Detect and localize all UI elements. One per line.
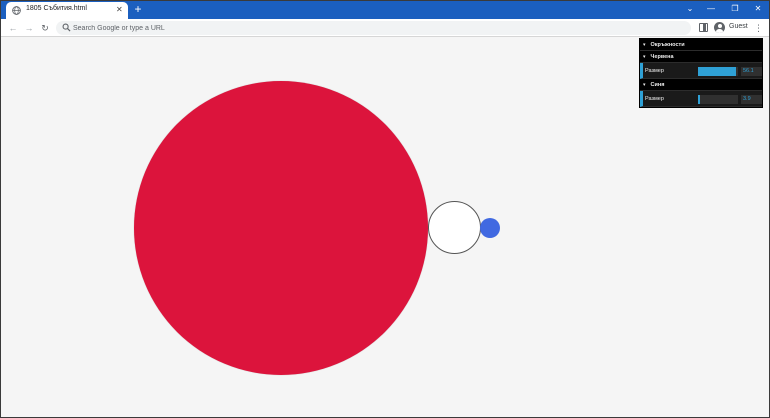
chevron-down-icon: ▾ bbox=[643, 42, 646, 48]
back-icon[interactable]: ← bbox=[7, 22, 19, 34]
chevron-down-icon: ▾ bbox=[643, 54, 646, 60]
blue-circle bbox=[480, 218, 500, 238]
tab-close-icon[interactable]: ✕ bbox=[116, 4, 123, 16]
tab-strip: 1805 Cъбития.html ✕ + ⌄ — ❐ ✕ bbox=[1, 1, 769, 19]
avatar-icon bbox=[714, 22, 725, 33]
param-label: Размер bbox=[645, 68, 664, 74]
folder-title: Синя bbox=[650, 82, 665, 88]
blue-size-control: Размер 3.9 bbox=[640, 91, 762, 107]
globe-icon bbox=[12, 6, 21, 15]
red-size-value[interactable]: 56.1 bbox=[741, 67, 762, 76]
tab-search-icon[interactable]: ⌄ bbox=[684, 3, 696, 15]
menu-icon[interactable]: ⋮ bbox=[754, 22, 763, 34]
chevron-down-icon: ▾ bbox=[643, 82, 646, 88]
param-label: Размер bbox=[645, 96, 664, 102]
folder-red[interactable]: ▾ Червена bbox=[640, 51, 762, 63]
folder-title: Окръжности bbox=[650, 42, 685, 48]
browser-window: 1805 Cъбития.html ✕ + ⌄ — ❐ ✕ ← → ↻ Gues… bbox=[0, 0, 770, 418]
side-panel-icon[interactable] bbox=[699, 23, 708, 32]
blue-size-slider[interactable] bbox=[698, 95, 738, 104]
new-tab-button[interactable]: + bbox=[131, 2, 145, 16]
slider-fill bbox=[698, 67, 736, 76]
active-tab[interactable]: 1805 Cъбития.html ✕ bbox=[6, 2, 128, 19]
minimize-button[interactable]: — bbox=[705, 3, 717, 15]
profile-name: Guest bbox=[729, 23, 748, 30]
tab-title: 1805 Cъбития.html bbox=[26, 5, 87, 12]
red-size-slider[interactable] bbox=[698, 67, 738, 76]
folder-circles[interactable]: ▾ Окръжности bbox=[640, 39, 762, 51]
close-window-button[interactable]: ✕ bbox=[752, 3, 764, 15]
blue-size-value[interactable]: 3.9 bbox=[741, 95, 762, 104]
red-size-control: Размер 56.1 bbox=[640, 63, 762, 79]
omnibox[interactable] bbox=[56, 21, 691, 35]
search-icon bbox=[62, 23, 71, 32]
white-circle bbox=[428, 201, 481, 254]
restore-button[interactable]: ❐ bbox=[729, 3, 741, 15]
folder-blue[interactable]: ▾ Синя bbox=[640, 79, 762, 91]
controls-panel: ▾ Окръжности ▾ Червена Размер 56.1 ▾ Син… bbox=[639, 38, 763, 108]
slider-fill bbox=[698, 95, 700, 104]
page-content: ▾ Окръжности ▾ Червена Размер 56.1 ▾ Син… bbox=[1, 38, 769, 417]
browser-toolbar: ← → ↻ Guest ⋮ bbox=[1, 19, 769, 37]
forward-icon[interactable]: → bbox=[23, 22, 35, 34]
omnibox-input[interactable] bbox=[73, 22, 673, 34]
folder-title: Червена bbox=[650, 54, 674, 60]
reload-icon[interactable]: ↻ bbox=[39, 22, 51, 34]
red-circle bbox=[134, 81, 428, 375]
